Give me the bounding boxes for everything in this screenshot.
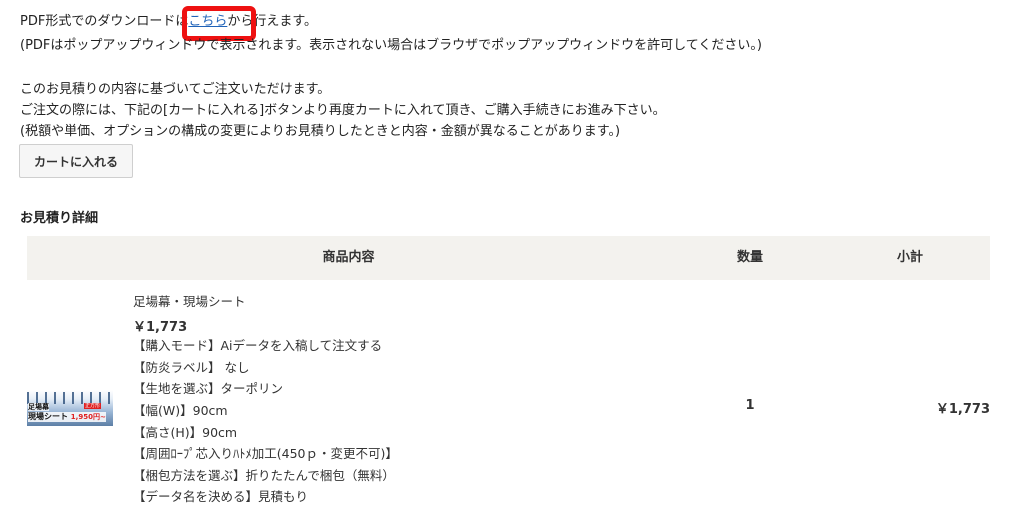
option-flame-label: 【防炎ラベル】 なし: [133, 360, 250, 375]
header-product: 商品内容: [322, 250, 375, 265]
option-width: 【幅(W)】90cm: [133, 403, 228, 418]
row-quantity: 1: [745, 398, 755, 413]
header-quantity: 数量: [736, 250, 763, 265]
option-purchase-mode: 【購入モード】Aiデータを入稿して注文する: [133, 338, 383, 353]
order-info-line-3: (税額や単価、オプションの構成の変更によりお見積りしたときと内容・金額が異なるこ…: [20, 124, 621, 139]
thumbnail-badge: 正方形: [83, 403, 101, 409]
table-row: 足場幕 正方形 現場シート 1,950円~ 足場幕・現場シート ￥1,773 【…: [27, 280, 990, 504]
option-height: 【高さ(H)】90cm: [133, 425, 238, 440]
option-fabric: 【生地を選ぶ】ターポリン: [133, 381, 284, 396]
order-info-line-1: このお見積りの内容に基づいてご注文いただけます。: [20, 82, 331, 97]
order-info-line-2: ご注文の際には、下記の[カートに入れる]ボタンより再度カートに入れて頂き、ご購入…: [20, 103, 666, 118]
popup-note: (PDFはポップアップウィンドウで表示されます。表示されない場合はブラウザでポッ…: [20, 38, 762, 53]
pdf-download-prefix: PDF形式でのダウンロードは: [20, 14, 189, 29]
link-highlight-box: [182, 6, 256, 41]
add-to-cart-button[interactable]: カートに入れる: [19, 144, 133, 178]
pdf-download-line: PDF形式でのダウンロードはこちらから行えます。: [20, 13, 317, 31]
product-name: 足場幕・現場シート: [133, 294, 246, 309]
product-thumbnail[interactable]: 足場幕 正方形 現場シート 1,950円~: [27, 390, 113, 426]
table-header: 商品内容 数量 小計: [27, 236, 990, 280]
thumbnail-text-line2: 現場シート 1,950円~: [28, 412, 106, 422]
option-packing: 【梱包方法を選ぶ】折りたたんで梱包（無料）: [133, 468, 395, 483]
option-rope-grommet: 【周囲ﾛｰﾌﾟ芯入りﾊﾄﾒ加工(450ｐ・変更不可)】: [133, 446, 398, 461]
thumbnail-text-line1: 足場幕: [28, 403, 49, 411]
product-price: ￥1,773: [133, 320, 188, 335]
option-data-name: 【データ名を決める】見積もり: [133, 489, 309, 504]
thumbnail-label: 現場シート: [28, 412, 68, 421]
estimate-details-title: お見積り詳細: [20, 211, 99, 226]
row-subtotal: ￥1,773: [935, 402, 990, 417]
header-subtotal: 小計: [896, 250, 923, 265]
thumbnail-price: 1,950円~: [70, 413, 106, 421]
